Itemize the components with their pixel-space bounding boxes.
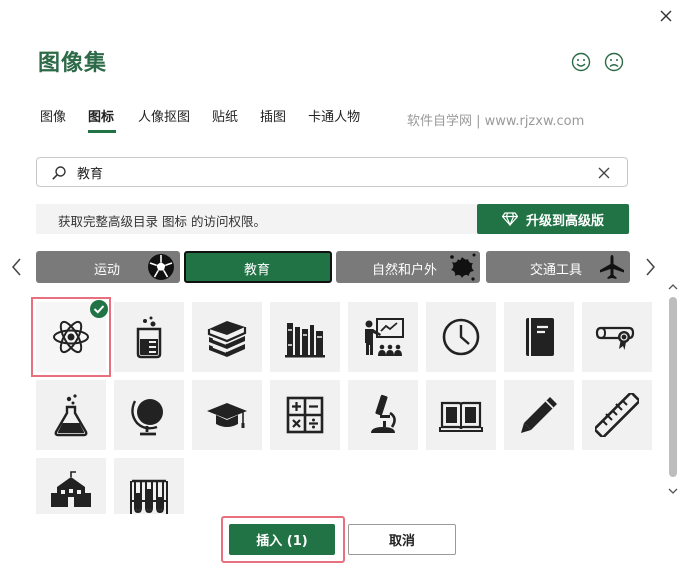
- test-tubes-icon: [130, 479, 168, 514]
- watermark-text: 软件自学网 | www.rjzxw.com: [407, 114, 585, 129]
- flask-icon: [54, 394, 88, 437]
- icon-tile-open-book[interactable]: [426, 380, 496, 450]
- insert-button[interactable]: 插入 (1): [229, 524, 335, 555]
- category-label: 自然和户外: [372, 263, 438, 278]
- calculator-icon: [286, 396, 324, 434]
- icon-tile-books-stack[interactable]: [192, 302, 262, 372]
- category-education[interactable]: 教育: [184, 251, 332, 283]
- icon-tile-notebook[interactable]: [504, 302, 574, 372]
- notebook-icon: [526, 318, 554, 356]
- tab-icons[interactable]: 图标: [88, 106, 116, 134]
- smile-icon[interactable]: [570, 51, 592, 73]
- dialog-title: 图像集: [38, 51, 108, 76]
- frown-icon[interactable]: [603, 51, 625, 73]
- globe-icon: [131, 399, 163, 436]
- selected-check-icon: [90, 300, 108, 318]
- splash-icon: [450, 253, 476, 281]
- beaker-icon: [136, 316, 162, 359]
- pencil-icon: [521, 397, 557, 433]
- icon-tile-beaker[interactable]: [114, 302, 184, 372]
- scroll-thumb[interactable]: [669, 297, 677, 477]
- icon-tile-calculator[interactable]: [270, 380, 340, 450]
- icon-tile-test-tubes[interactable]: [114, 458, 184, 514]
- upgrade-button[interactable]: 升级到高级版: [477, 204, 629, 234]
- icon-tile-diploma[interactable]: [582, 302, 652, 372]
- books-stack-icon: [207, 321, 247, 357]
- airplane-icon: [600, 255, 624, 279]
- bookshelf-icon: [285, 323, 325, 358]
- open-book-icon: [439, 401, 483, 432]
- icon-tile-teacher[interactable]: [348, 302, 418, 372]
- category-vehicles[interactable]: 交通工具: [486, 251, 630, 283]
- tab-cutout-people[interactable]: 人像抠图: [138, 106, 190, 134]
- soccer-ball-icon: [148, 254, 174, 280]
- banner-text: 获取完整高级目录 图标 的访问权限。: [58, 214, 266, 229]
- school-icon: [51, 471, 91, 507]
- search-input[interactable]: [77, 163, 577, 181]
- category-label: 教育: [244, 263, 271, 278]
- icon-tile-school[interactable]: [36, 458, 106, 514]
- icon-grid: [28, 292, 664, 514]
- icon-tile-ruler[interactable]: [582, 380, 652, 450]
- close-icon[interactable]: [656, 6, 676, 26]
- ruler-icon: [595, 393, 639, 437]
- icon-tile-atom[interactable]: [31, 297, 111, 377]
- category-sports[interactable]: 运动: [36, 251, 180, 283]
- tab-cartoon-people[interactable]: 卡通人物: [308, 106, 360, 134]
- icon-tile-clock[interactable]: [426, 302, 496, 372]
- clock-icon: [442, 318, 480, 356]
- diamond-icon: [501, 212, 518, 226]
- icon-tile-microscope[interactable]: [348, 380, 418, 450]
- microscope-icon: [371, 394, 396, 433]
- icon-tile-graduation-cap[interactable]: [192, 380, 262, 450]
- icon-tile-globe[interactable]: [114, 380, 184, 450]
- icon-tile-bookshelf[interactable]: [270, 302, 340, 372]
- teacher-classroom-icon: [365, 318, 404, 356]
- upgrade-label: 升级到高级版: [525, 213, 604, 229]
- scroll-down-icon[interactable]: [668, 487, 678, 495]
- category-label: 运动: [94, 263, 121, 278]
- chevron-left-icon[interactable]: [10, 256, 24, 278]
- chevron-right-icon[interactable]: [643, 256, 657, 278]
- tab-illustrations[interactable]: 插图: [260, 106, 286, 134]
- scroll-up-icon[interactable]: [668, 283, 678, 291]
- search-icon: [52, 166, 66, 180]
- tab-stickers[interactable]: 贴纸: [212, 106, 238, 134]
- search-box: [36, 157, 628, 187]
- category-label: 交通工具: [530, 263, 583, 278]
- grid-scrollbar[interactable]: [666, 283, 680, 501]
- tab-images[interactable]: 图像: [40, 106, 66, 134]
- atom-icon: [53, 320, 89, 354]
- icon-tile-flask[interactable]: [36, 380, 106, 450]
- graduation-cap-icon: [207, 403, 247, 428]
- tab-bar: 图像 图标 人像抠图 贴纸 插图 卡通人物: [40, 106, 382, 134]
- clear-search-icon[interactable]: [597, 166, 611, 180]
- cancel-button[interactable]: 取消: [348, 524, 456, 555]
- icon-tile-pencil[interactable]: [504, 380, 574, 450]
- diploma-icon: [595, 326, 635, 350]
- category-nature-outdoors[interactable]: 自然和户外: [336, 251, 480, 283]
